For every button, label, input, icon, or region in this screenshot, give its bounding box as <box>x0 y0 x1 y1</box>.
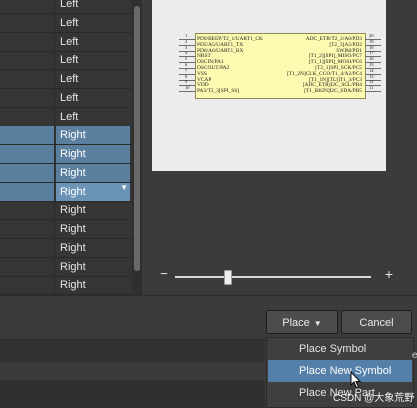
zoom-in-button[interactable]: + <box>382 267 396 281</box>
table-cell[interactable] <box>0 51 55 70</box>
chevron-down-icon: ▼ <box>313 319 322 328</box>
table-row[interactable]: Right <box>0 257 132 277</box>
table-cell[interactable] <box>0 276 55 295</box>
cancel-button[interactable]: Cancel <box>341 310 412 334</box>
pin-side-cell[interactable]: Right <box>56 182 130 201</box>
zoom-slider-thumb[interactable] <box>224 270 232 285</box>
table-row[interactable]: Right <box>0 220 132 239</box>
table-row[interactable]: Right <box>0 126 132 146</box>
table-cell[interactable] <box>0 182 55 201</box>
clipped-text: e <box>412 350 417 361</box>
bottom-panel-bar-lower <box>0 380 265 408</box>
symbol-pin-number: 10 <box>185 85 190 91</box>
pin-side-cell[interactable]: Right <box>56 239 130 257</box>
table-cell[interactable] <box>0 238 55 257</box>
place-button-label: Place <box>282 317 310 329</box>
table-row[interactable]: Left <box>0 51 132 71</box>
table-cell[interactable] <box>0 126 55 145</box>
table-row[interactable]: Right <box>0 145 132 164</box>
table-row[interactable]: Right <box>0 238 132 258</box>
bottom-panel-bar <box>0 339 265 363</box>
pin-side-cell[interactable]: Right <box>56 201 130 219</box>
pin-side-cell[interactable]: Left <box>56 51 130 69</box>
pin-side-cell[interactable]: Right <box>56 126 130 145</box>
pin-side-cell[interactable]: Left <box>56 14 130 32</box>
pin-side-cell[interactable]: Left <box>56 108 130 126</box>
table-row[interactable]: Right <box>0 163 132 183</box>
table-row[interactable]: Left <box>0 70 132 89</box>
pin-side-cell[interactable]: Left <box>56 33 130 51</box>
pin-side-cell[interactable]: Right <box>56 220 130 238</box>
table-row[interactable]: Left <box>0 88 132 108</box>
mouse-cursor-icon <box>350 371 362 389</box>
place-menu-item[interactable]: Place Symbol <box>268 338 412 360</box>
table-row[interactable]: Left <box>0 0 132 14</box>
place-button[interactable]: Place ▼ <box>266 310 338 334</box>
pin-side-cell[interactable]: Left <box>56 0 130 13</box>
pin-side-cell[interactable]: Left <box>56 89 130 107</box>
divider <box>0 295 417 296</box>
symbol-pin-label: [T1_BKIN]I2C_SDA/PB5 <box>304 88 362 95</box>
pin-side-cell[interactable]: Right <box>56 258 130 276</box>
table-cell[interactable] <box>0 201 55 220</box>
symbol-pin-number: 11 <box>369 85 374 91</box>
zoom-slider-track[interactable] <box>175 276 371 278</box>
table-cell[interactable] <box>0 0 55 13</box>
pin-side-cell[interactable]: Left <box>56 70 130 88</box>
pin-side-cell[interactable]: Right <box>56 145 130 163</box>
symbol-pin-line <box>179 91 195 93</box>
table-cell[interactable] <box>0 13 55 32</box>
pin-side-cell[interactable]: Right <box>56 163 130 182</box>
watermark: CSDN @大象荒野 <box>333 393 415 404</box>
table-row[interactable]: Left <box>0 13 132 33</box>
table-row[interactable]: Left <box>0 107 132 127</box>
table-cell[interactable] <box>0 70 55 88</box>
table-cell[interactable] <box>0 145 55 163</box>
table-row[interactable]: Right <box>0 201 132 221</box>
pin-table: Left Left Left Left Left Left Left Right Right Ri… <box>0 0 132 295</box>
table-cell[interactable] <box>0 88 55 107</box>
chevron-down-icon[interactable]: ▼ <box>120 183 128 192</box>
table-cell[interactable] <box>0 32 55 51</box>
table-row[interactable]: Right <box>0 276 132 295</box>
table-row[interactable]: Left <box>0 32 132 52</box>
pin-side-cell[interactable]: Right <box>56 276 130 294</box>
table-cell[interactable] <box>0 220 55 238</box>
symbol-pin-line <box>365 91 381 93</box>
zoom-out-button[interactable]: − <box>158 267 170 281</box>
table-cell[interactable] <box>0 107 55 126</box>
symbol-pin-label: PA3/T2_3[SPI_SS] <box>197 88 240 95</box>
table-cell[interactable] <box>0 163 55 182</box>
table-row[interactable]: Right ▼ <box>0 182 132 202</box>
place-menu-item[interactable]: Place New Symbol <box>268 360 412 382</box>
table-cell[interactable] <box>0 257 55 276</box>
table-scrollbar-thumb[interactable] <box>134 6 140 271</box>
